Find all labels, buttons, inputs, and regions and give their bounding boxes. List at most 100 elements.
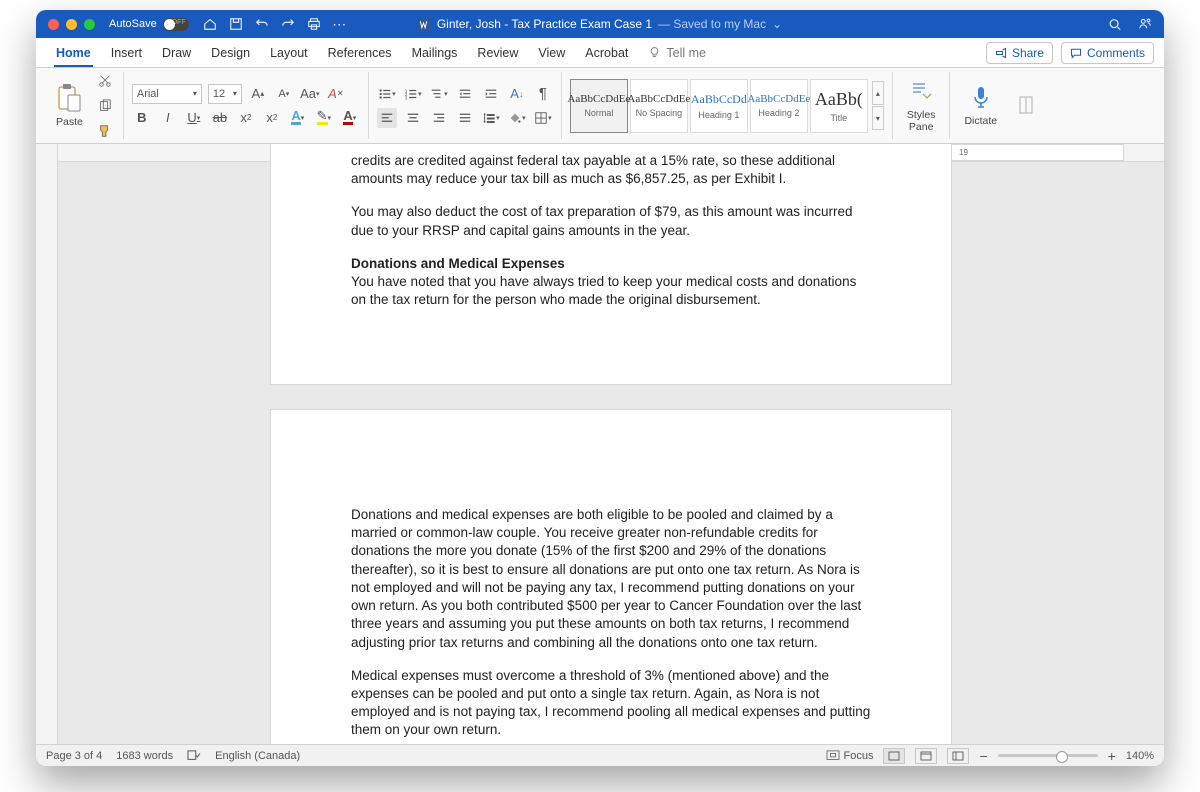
language-indicator[interactable]: English (Canada) (215, 750, 300, 762)
format-painter-button[interactable] (95, 121, 115, 141)
change-case-button[interactable]: Aa▾ (300, 84, 320, 104)
dictate-button[interactable]: Dictate (958, 82, 1003, 129)
share-button[interactable]: Share (986, 42, 1053, 64)
copy-button[interactable] (95, 96, 115, 116)
tab-references[interactable]: References (318, 38, 402, 67)
word-count[interactable]: 1683 words (116, 750, 173, 762)
zoom-in-button[interactable]: + (1108, 748, 1116, 764)
tell-me-field[interactable]: Tell me (648, 46, 706, 60)
multilevel-list-button[interactable]: ▾ (429, 84, 449, 104)
align-justify-button[interactable] (455, 108, 475, 128)
strikethrough-button[interactable]: ab (210, 108, 230, 128)
tab-review[interactable]: Review (467, 38, 528, 67)
italic-button[interactable]: I (158, 108, 178, 128)
styles-scroll-down[interactable]: ▾ (872, 106, 884, 130)
font-color-button[interactable]: A▾ (340, 108, 360, 128)
style-title[interactable]: AaBb(Title (810, 79, 868, 133)
page-3[interactable]: credits are credited against federal tax… (271, 144, 951, 384)
font-size-select[interactable]: 12▾ (208, 84, 242, 104)
body-text[interactable]: You have noted that you have always trie… (351, 273, 871, 309)
title-chevron-icon[interactable]: ⌄ (772, 17, 782, 31)
borders-button[interactable]: ▾ (533, 108, 553, 128)
subscript-button[interactable]: x2 (236, 108, 256, 128)
tab-mailings[interactable]: Mailings (402, 38, 468, 67)
styles-pane-button[interactable]: Styles Pane (901, 76, 942, 135)
style-heading-2[interactable]: AaBbCcDdEeHeading 2 (750, 79, 808, 133)
document-scroll-area[interactable]: credits are credited against federal tax… (58, 144, 1164, 744)
bullets-icon (378, 87, 392, 101)
show-marks-button[interactable]: ¶ (533, 84, 553, 104)
close-window-button[interactable] (48, 19, 59, 30)
comments-button[interactable]: Comments (1061, 42, 1154, 64)
cut-button[interactable] (95, 71, 115, 91)
align-center-button[interactable] (403, 108, 423, 128)
tab-layout[interactable]: Layout (260, 38, 318, 67)
word-file-icon (418, 18, 431, 31)
body-text[interactable]: credits are credited against federal tax… (351, 152, 871, 188)
maximize-window-button[interactable] (84, 19, 95, 30)
section-heading[interactable]: Donations and Medical Expenses (351, 255, 871, 273)
tab-acrobat[interactable]: Acrobat (575, 38, 638, 67)
more-icon[interactable]: ⋯ (333, 17, 347, 31)
search-icon[interactable] (1108, 17, 1122, 31)
body-text[interactable]: Donations and medical expenses are both … (351, 506, 871, 652)
tab-view[interactable]: View (528, 38, 575, 67)
zoom-slider[interactable] (998, 754, 1098, 757)
zoom-level[interactable]: 140% (1126, 750, 1154, 762)
print-layout-view-button[interactable] (883, 748, 905, 764)
page-4[interactable]: Donations and medical expenses are both … (271, 410, 951, 744)
read-mode-view-button[interactable] (915, 748, 937, 764)
sensitivity-button[interactable] (1009, 90, 1043, 122)
microphone-icon (970, 84, 992, 112)
autosave-toggle[interactable]: AutoSave OFF (109, 18, 189, 31)
save-icon[interactable] (229, 17, 243, 31)
copy-icon (98, 99, 112, 113)
styles-scroll-up[interactable]: ▴ (872, 81, 884, 105)
decrease-indent-button[interactable] (455, 84, 475, 104)
focus-mode-button[interactable]: Focus (826, 750, 874, 762)
zoom-out-button[interactable]: − (979, 748, 987, 764)
tab-draw[interactable]: Draw (152, 38, 201, 67)
font-family-select[interactable]: Arial▾ (132, 84, 202, 104)
style-heading-1[interactable]: AaBbCcDdHeading 1 (690, 79, 748, 133)
body-text[interactable]: You may also deduct the cost of tax prep… (351, 203, 871, 239)
vertical-ruler[interactable] (36, 144, 58, 744)
sort-button[interactable]: A↓ (507, 84, 527, 104)
underline-button[interactable]: U▾ (184, 108, 204, 128)
bold-button[interactable]: B (132, 108, 152, 128)
style-normal[interactable]: AaBbCcDdEeNormal (570, 79, 628, 133)
print-icon[interactable] (307, 17, 321, 31)
web-layout-view-button[interactable] (947, 748, 969, 764)
autosave-label: AutoSave (109, 18, 157, 30)
style-no-spacing[interactable]: AaBbCcDdEeNo Spacing (630, 79, 688, 133)
highlight-button[interactable]: ✎▾ (314, 108, 334, 128)
paste-button[interactable]: Paste (50, 81, 89, 130)
clear-format-button[interactable]: A✕ (326, 84, 346, 104)
redo-icon[interactable] (281, 17, 295, 31)
body-text[interactable]: Medical expenses must overcome a thresho… (351, 667, 871, 740)
share-people-icon[interactable] (1138, 17, 1152, 31)
increase-font-button[interactable]: A▴ (248, 84, 268, 104)
text-effects-button[interactable]: A▾ (288, 108, 308, 128)
align-right-button[interactable] (429, 108, 449, 128)
minimize-window-button[interactable] (66, 19, 77, 30)
decrease-font-button[interactable]: A▾ (274, 84, 294, 104)
page-indicator[interactable]: Page 3 of 4 (46, 750, 102, 762)
numbering-button[interactable]: 123▾ (403, 84, 423, 104)
outdent-icon (458, 87, 472, 101)
tab-design[interactable]: Design (201, 38, 260, 67)
home-icon[interactable] (203, 17, 217, 31)
tab-insert[interactable]: Insert (101, 38, 152, 67)
bullets-button[interactable]: ▾ (377, 84, 397, 104)
autosave-switch[interactable]: OFF (163, 18, 189, 31)
line-spacing-button[interactable]: ▾ (481, 108, 501, 128)
tab-home[interactable]: Home (46, 38, 101, 67)
superscript-button[interactable]: x2 (262, 108, 282, 128)
clipboard-icon (56, 83, 82, 113)
status-bar: Page 3 of 4 1683 words English (Canada) … (36, 744, 1164, 766)
undo-icon[interactable] (255, 17, 269, 31)
shading-button[interactable]: ▾ (507, 108, 527, 128)
align-left-button[interactable] (377, 108, 397, 128)
spell-check-icon[interactable] (187, 750, 201, 762)
increase-indent-button[interactable] (481, 84, 501, 104)
